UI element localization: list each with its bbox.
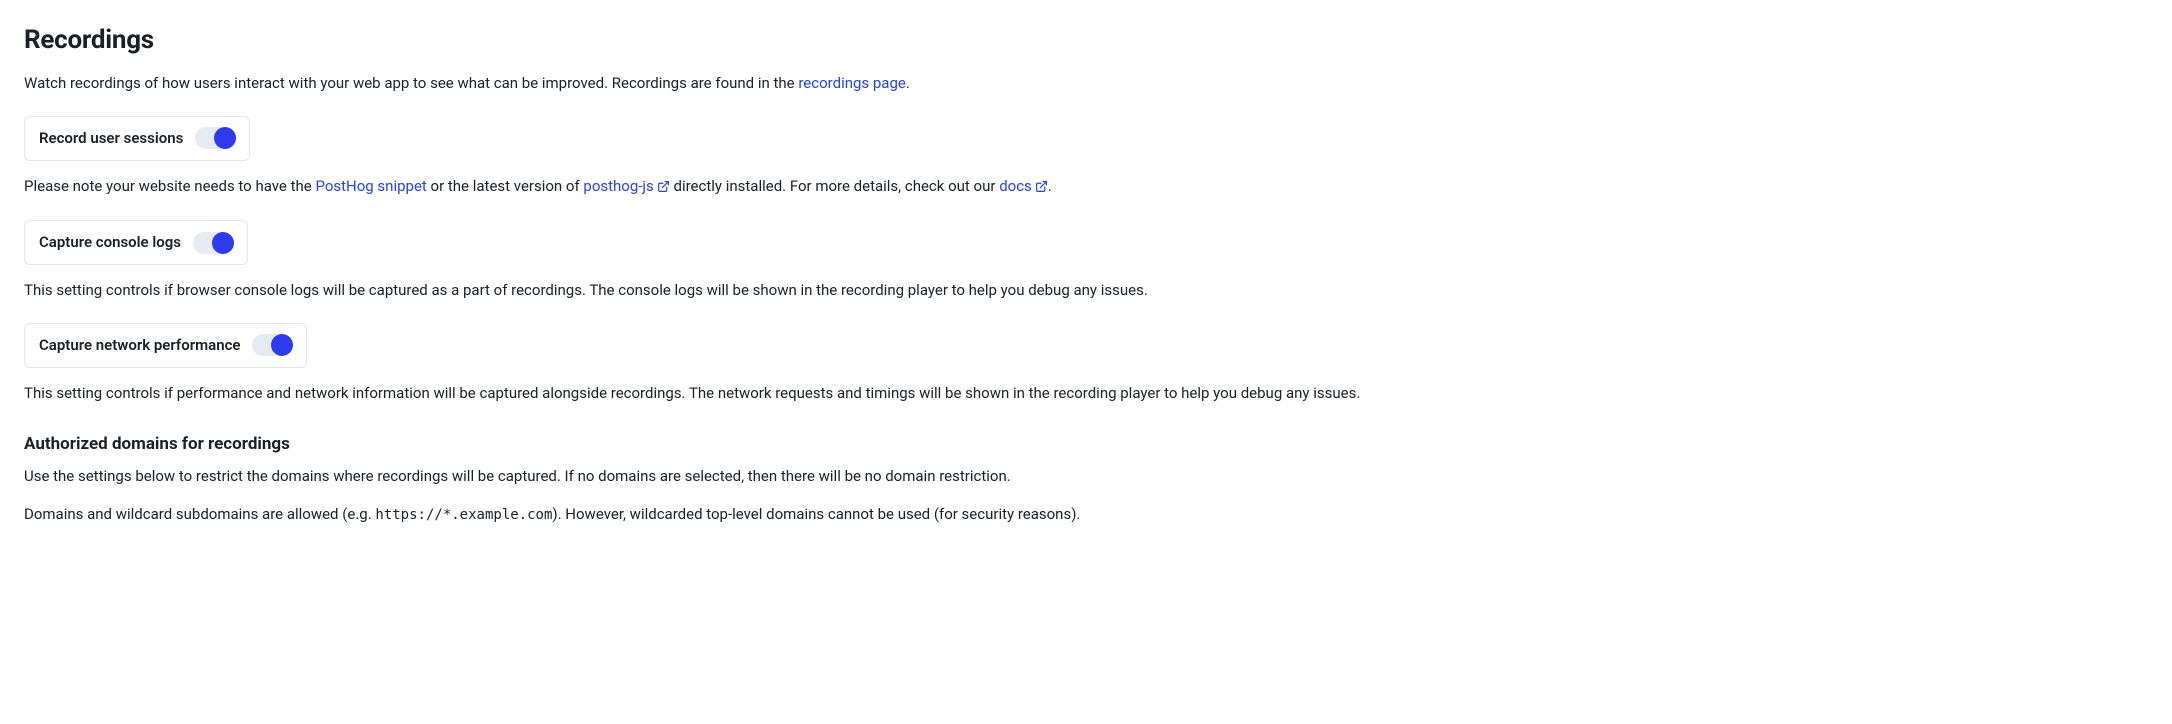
record-user-sessions-card: Record user sessions [24,116,250,161]
authorized-domains-desc-1: Use the settings below to restrict the d… [24,465,2148,488]
capture-network-performance-card: Capture network performance [24,323,307,368]
intro-text: Watch recordings of how users interact w… [24,74,798,92]
docs-link-text: docs [999,177,1032,195]
toggle-thumb [214,127,236,149]
posthog-snippet-link[interactable]: PostHog snippet [315,177,426,195]
note-text-2: or the latest version of [427,177,584,195]
capture-console-logs-card: Capture console logs [24,220,248,265]
capture-network-performance-label: Capture network performance [39,334,240,357]
toggle-thumb [212,232,234,254]
docs-link[interactable]: docs [999,177,1048,195]
authorized-domains-heading: Authorized domains for recordings [24,431,2148,457]
posthog-js-link[interactable]: posthog-js [583,177,669,195]
capture-console-logs-label: Capture console logs [39,231,181,254]
authorized-domains-desc-2: Domains and wildcard subdomains are allo… [24,503,2148,527]
recordings-page-link[interactable]: recordings page [798,74,905,92]
console-logs-description: This setting controls if browser console… [24,279,2148,302]
capture-network-performance-toggle[interactable] [252,334,292,356]
toggle-thumb [271,334,293,356]
intro-text-end: . [906,74,910,92]
snippet-note: Please note your website needs to have t… [24,175,2148,200]
domains-desc2-a: Domains and wildcard subdomains are allo… [24,505,375,523]
recordings-intro: Watch recordings of how users interact w… [24,72,2148,95]
network-performance-description: This setting controls if performance and… [24,382,2148,405]
posthog-js-link-text: posthog-js [583,177,653,195]
note-text-4: . [1048,177,1052,195]
note-text-1: Please note your website needs to have t… [24,177,315,195]
capture-console-logs-toggle[interactable] [193,232,233,254]
wildcard-example-code: https://*.example.com [375,507,552,523]
external-link-icon [657,177,670,200]
external-link-icon [1035,177,1048,200]
record-user-sessions-toggle[interactable] [195,127,235,149]
note-text-3: directly installed. For more details, ch… [670,177,999,195]
domains-desc2-b: ). However, wildcarded top-level domains… [552,505,1080,523]
recordings-heading: Recordings [24,20,2148,60]
record-user-sessions-label: Record user sessions [39,127,183,150]
